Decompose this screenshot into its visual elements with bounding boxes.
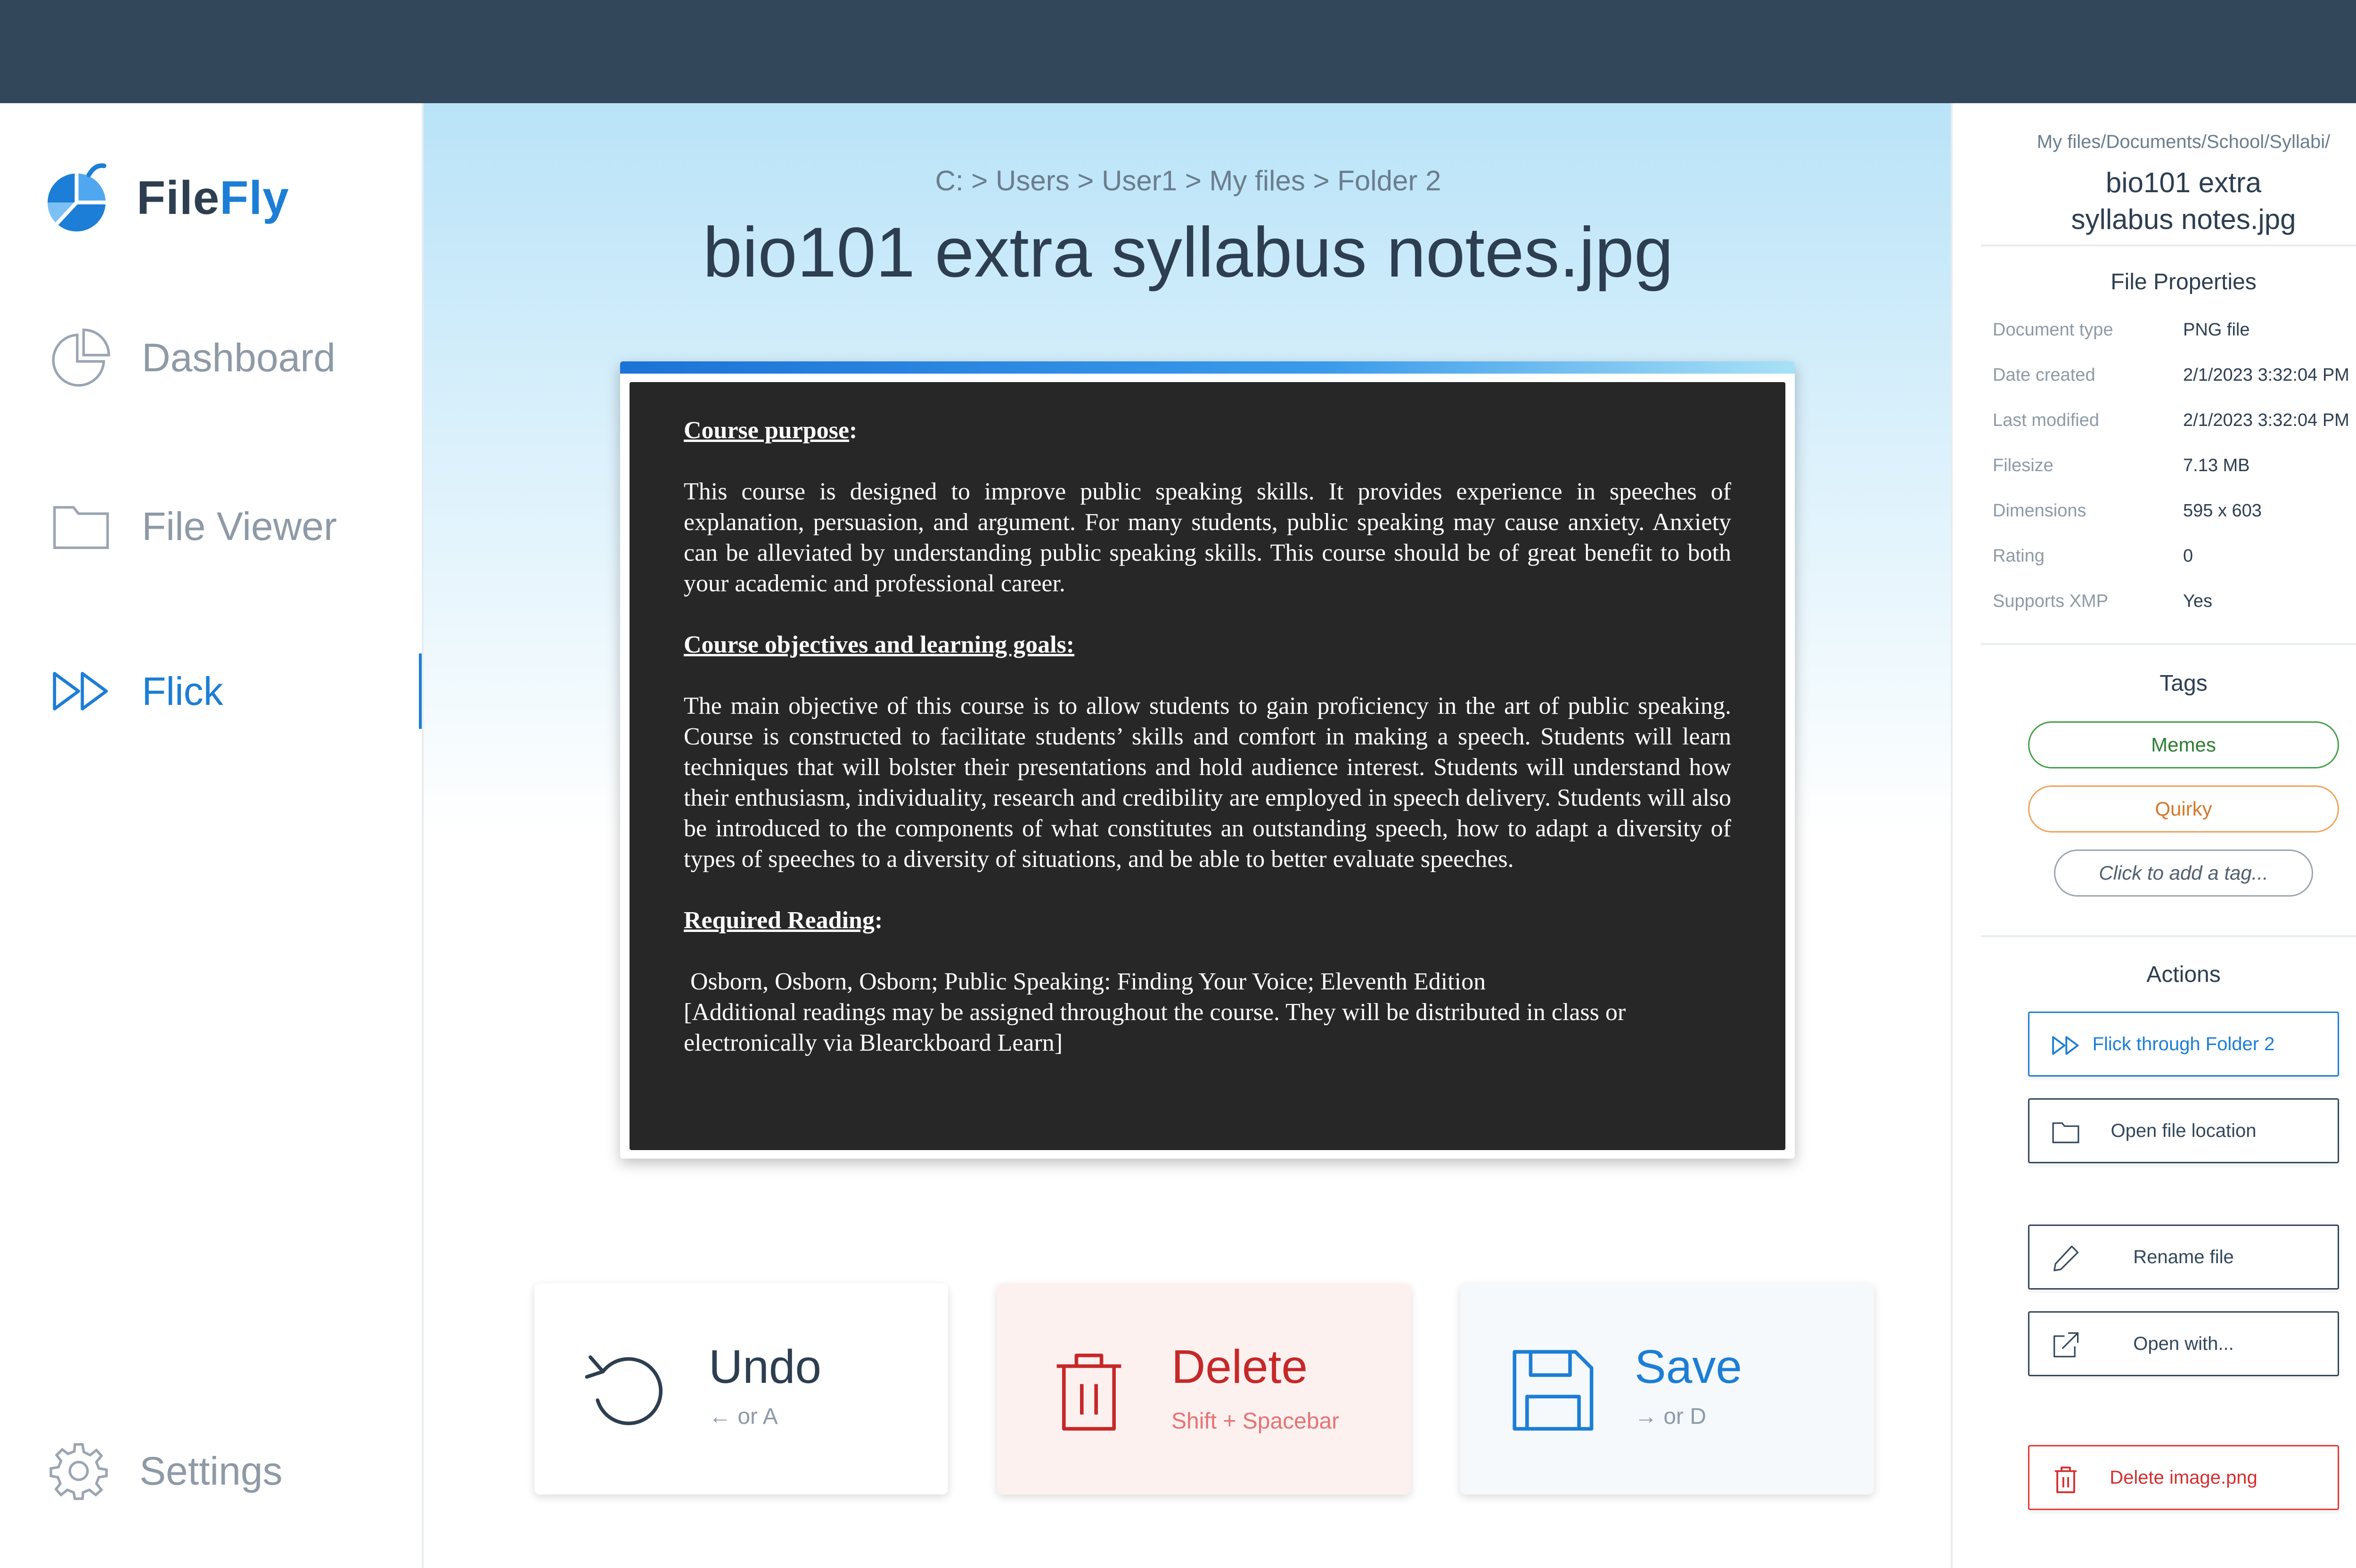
fast-forward-icon [53, 672, 108, 710]
property-row: Document type PNG file [1993, 320, 2250, 340]
file-path: My files/Documents/School/Syllabi/ [2037, 131, 2331, 152]
sidebar-item-label: Flick [142, 669, 223, 713]
sidebar-item-settings[interactable]: Settings [47, 1438, 419, 1504]
delete-label: Delete [1171, 1340, 1308, 1393]
sidebar-item-label: File Viewer [142, 504, 337, 548]
doc-heading: Course objectives and learning goals: [684, 631, 1075, 658]
property-row: Date created 2/1/2023 3:32:04 PM [1993, 365, 2349, 385]
delete-image-button[interactable]: Delete image.png [2028, 1445, 2339, 1510]
property-row: Last modified 2/1/2023 3:32:04 PM [1993, 410, 2349, 430]
delete-image-label: Delete image.png [2110, 1467, 2258, 1488]
sidebar: FileFly Dashboard File Viewer Flick Sett… [0, 103, 422, 1568]
fast-forward-icon [2052, 1036, 2079, 1055]
actions-heading: Actions [2146, 962, 2221, 987]
property-row: Supports XMP Yes [1993, 591, 2212, 611]
undo-label: Undo [709, 1340, 822, 1393]
trash-icon [1056, 1354, 1121, 1431]
flick-folder-label: Flick through Folder 2 [2092, 1033, 2275, 1054]
divider [1981, 245, 2356, 246]
sidebar-item-label: Dashboard [142, 335, 335, 380]
open-file-location-label: Open file location [2111, 1120, 2257, 1141]
sidebar-item-label: Settings [139, 1448, 283, 1493]
app-logo[interactable]: FileFly [41, 160, 289, 236]
tag-quirky[interactable]: Quirky [2028, 785, 2339, 833]
property-row: Rating 0 [1993, 546, 2193, 566]
property-row: Filesize 7.13 MB [1993, 456, 2250, 475]
external-link-icon [2053, 1332, 2079, 1357]
delete-shortcut: Shift + Spacebar [1171, 1409, 1340, 1434]
folder-icon [2052, 1122, 2079, 1143]
undo-button[interactable]: Undo ← or A [534, 1283, 948, 1494]
open-with-label: Open with... [2133, 1333, 2234, 1354]
tag-memes[interactable]: Memes [2028, 721, 2339, 768]
doc-heading: Course purpose: [684, 417, 858, 444]
add-tag-button[interactable]: Click to add a tag... [2054, 849, 2313, 897]
doc-heading: Required Reading: [684, 907, 883, 934]
open-file-location-button[interactable]: Open file location [2028, 1098, 2339, 1163]
page-title: bio101 extra syllabus notes.jpg [703, 212, 1674, 292]
rename-file-button[interactable]: Rename file [2028, 1225, 2339, 1290]
file-name: bio101 extra syllabus notes.jpg [2071, 167, 2296, 235]
pencil-icon [2053, 1245, 2079, 1272]
save-shortcut: → or D [1635, 1404, 1707, 1429]
gear-icon [49, 1443, 108, 1500]
divider [1981, 643, 2356, 645]
property-row: Dimensions 595 x 603 [1993, 501, 2262, 521]
preview-accent-bar [620, 361, 1795, 374]
undo-shortcut: ← or A [709, 1404, 778, 1429]
tags-heading: Tags [2160, 671, 2208, 696]
breadcrumb[interactable]: C: > Users > User1 > My files > Folder 2 [424, 164, 1953, 197]
folder-icon [53, 506, 109, 549]
doc-paragraph: [Additional readings may be assigned thr… [684, 999, 1626, 1056]
undo-icon [585, 1355, 663, 1425]
save-icon [1513, 1350, 1594, 1431]
filefly-logo-icon [47, 163, 106, 232]
image-preview: Course purpose: This course is designed … [620, 361, 1795, 1159]
open-with-button[interactable]: Open with... [2028, 1311, 2339, 1376]
flick-folder-button[interactable]: Flick through Folder 2 [2028, 1012, 2339, 1077]
pie-chart-icon [52, 328, 110, 387]
rename-file-label: Rename file [2133, 1246, 2234, 1267]
sidebar-item-flick[interactable]: Flick [49, 653, 422, 729]
save-button[interactable]: Save → or D [1460, 1283, 1874, 1494]
title-bar [0, 0, 2356, 103]
sidebar-item-dashboard[interactable]: Dashboard [49, 325, 422, 391]
doc-paragraph: Osborn, Osborn, Osborn; Public Speaking:… [690, 968, 1486, 995]
app-name: FileFly [137, 171, 289, 224]
delete-button[interactable]: Delete Shift + Spacebar [997, 1283, 1411, 1494]
doc-paragraph: This course is designed to improve publi… [684, 478, 1731, 597]
document-image: Course purpose: This course is designed … [630, 382, 1785, 1150]
save-label: Save [1635, 1340, 1742, 1393]
divider [1981, 935, 2356, 937]
doc-paragraph: The main objective of this course is to … [684, 693, 1731, 873]
details-panel: My files/Documents/School/Syllabi/ bio10… [1951, 103, 2356, 1568]
file-properties-heading: File Properties [2111, 270, 2257, 294]
sidebar-item-file-viewer[interactable]: File Viewer [49, 493, 422, 559]
trash-icon [2054, 1466, 2077, 1494]
main-content: C: > Users > User1 > My files > Folder 2… [422, 103, 1951, 1568]
